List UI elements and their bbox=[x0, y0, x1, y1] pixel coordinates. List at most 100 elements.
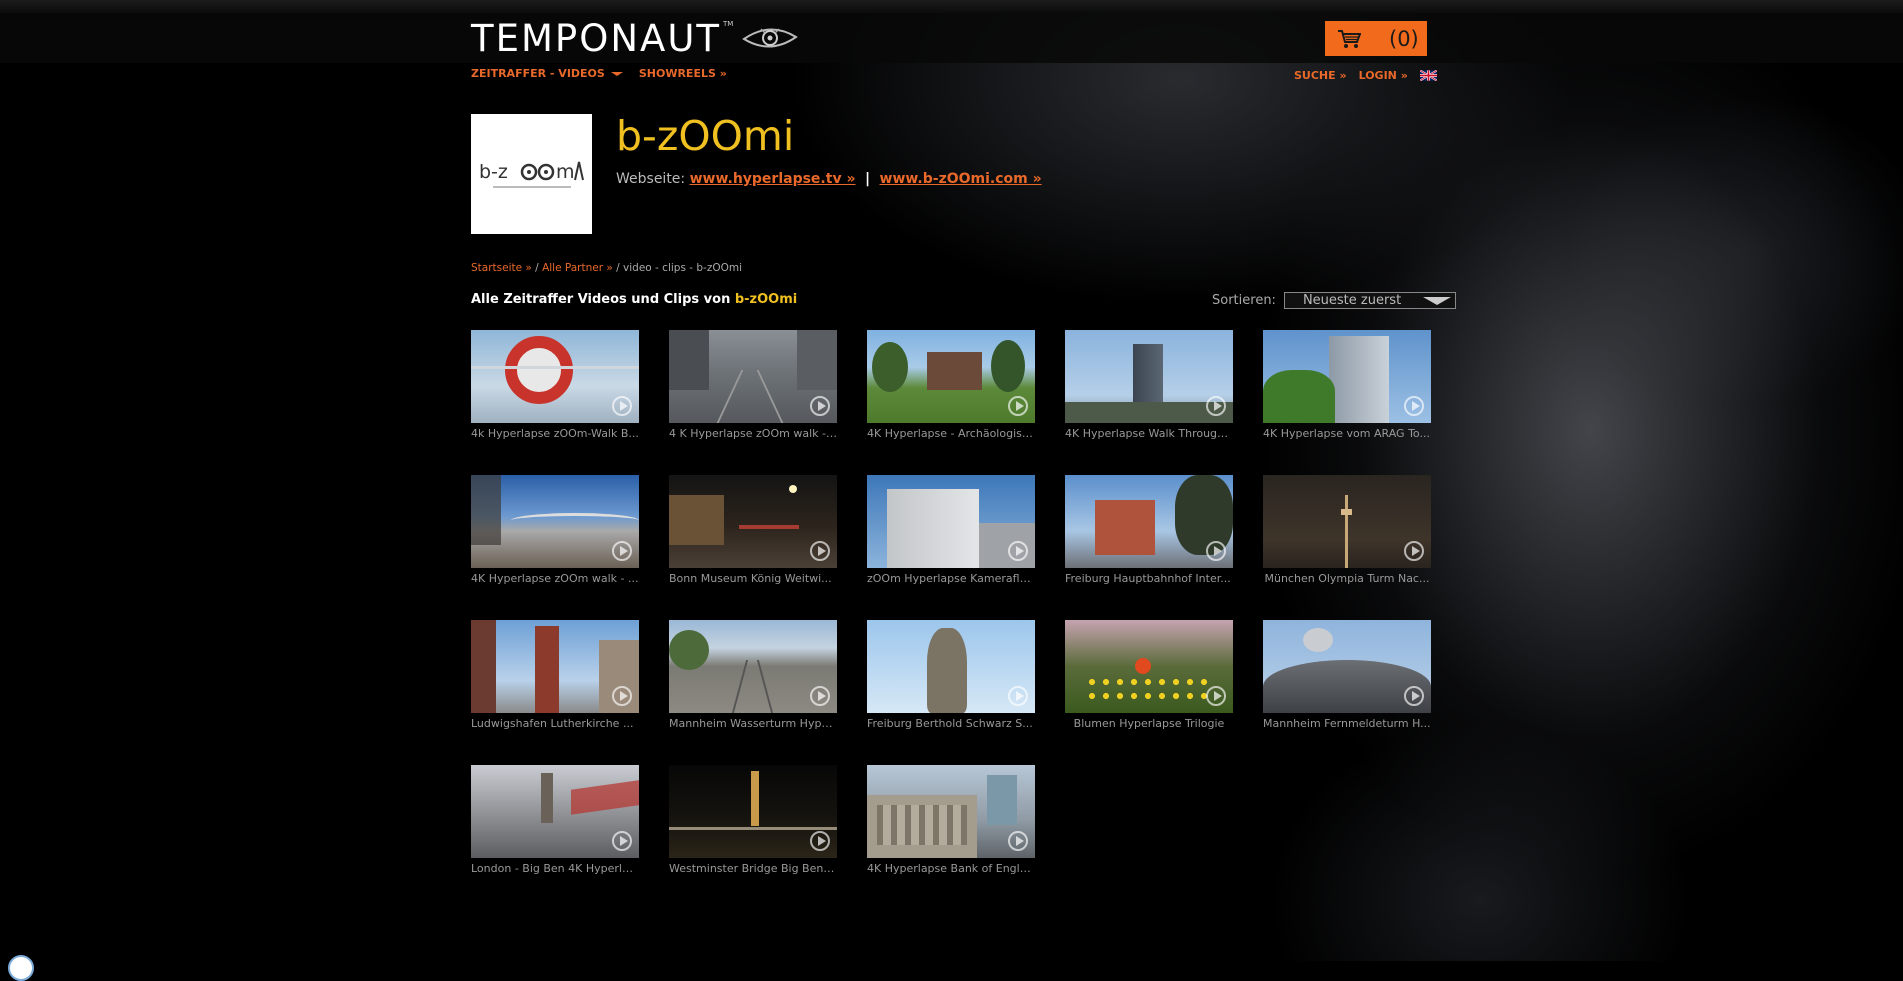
video-thumbnail[interactable] bbox=[471, 330, 639, 423]
nav-videos-menu[interactable]: ZEITRAFFER - VIDEOS bbox=[471, 67, 623, 80]
section-heading: Alle Zeitraffer Videos und Clips von b-z… bbox=[471, 292, 797, 307]
play-icon bbox=[1404, 541, 1424, 561]
svg-text:b-z: b-z bbox=[479, 161, 508, 183]
video-title[interactable]: Mannheim Fernmeldeturm H... bbox=[1263, 717, 1431, 730]
video-thumbnail[interactable] bbox=[867, 475, 1035, 568]
video-title[interactable]: Bonn Museum König Weitwi... bbox=[669, 572, 837, 585]
video-thumbnail[interactable] bbox=[867, 765, 1035, 858]
video-card[interactable]: London - Big Ben 4K Hyperla... bbox=[471, 765, 639, 875]
video-thumbnail[interactable] bbox=[471, 475, 639, 568]
breadcrumb-current: / video - clips - b-zOOmi bbox=[612, 262, 743, 274]
breadcrumb-partners[interactable]: Alle Partner » bbox=[542, 262, 613, 274]
video-card[interactable]: zOOm Hyperlapse Kameraflu... bbox=[867, 475, 1035, 585]
video-thumbnail[interactable] bbox=[1065, 330, 1233, 423]
cart-count: (0) bbox=[1389, 26, 1419, 51]
video-card[interactable]: Mannheim Fernmeldeturm H... bbox=[1263, 620, 1431, 730]
play-icon bbox=[612, 541, 632, 561]
bzoomi-link[interactable]: www.b-zOOmi.com » bbox=[880, 171, 1042, 187]
video-card[interactable]: München Olympia Turm Nac... bbox=[1263, 475, 1431, 585]
uk-flag-icon[interactable] bbox=[1419, 70, 1437, 81]
video-thumbnail[interactable] bbox=[669, 620, 837, 713]
video-thumbnail[interactable] bbox=[471, 620, 639, 713]
play-icon bbox=[1404, 686, 1424, 706]
breadcrumb-separator: / bbox=[531, 262, 543, 274]
video-title[interactable]: Freiburg Berthold Schwarz S... bbox=[867, 717, 1035, 730]
video-title[interactable]: Westminster Bridge Big Ben ... bbox=[669, 862, 837, 875]
video-title[interactable]: 4K Hyperlapse zOOm walk - ... bbox=[471, 572, 639, 585]
video-card[interactable]: Westminster Bridge Big Ben ... bbox=[669, 765, 837, 875]
sort-control: Sortieren: Neueste zuerst bbox=[1212, 292, 1456, 309]
video-thumbnail[interactable] bbox=[1065, 475, 1233, 568]
play-icon bbox=[1206, 686, 1226, 706]
cart-button[interactable]: (0) bbox=[1325, 21, 1427, 56]
video-title[interactable]: 4K Hyperlapse - Archäologisc... bbox=[867, 427, 1035, 440]
link-separator: | bbox=[864, 171, 871, 187]
play-icon bbox=[612, 396, 632, 416]
video-title[interactable]: 4 K Hyperlapse zOOm walk - ... bbox=[669, 427, 837, 440]
video-thumbnail[interactable] bbox=[1263, 620, 1431, 713]
hyperlapse-link[interactable]: www.hyperlapse.tv » bbox=[690, 171, 856, 187]
section-heading-name: b-zOOmi bbox=[734, 292, 798, 307]
video-card[interactable]: 4k Hyperlapse zOOm-Walk B... bbox=[471, 330, 639, 440]
video-thumbnail[interactable] bbox=[1263, 475, 1431, 568]
video-card[interactable]: Freiburg Hauptbahnhof Inter... bbox=[1065, 475, 1233, 585]
video-thumbnail[interactable] bbox=[867, 330, 1035, 423]
breadcrumb-home[interactable]: Startseite » bbox=[471, 262, 532, 274]
video-title[interactable]: München Olympia Turm Nac... bbox=[1263, 572, 1431, 585]
svg-text:m: m bbox=[556, 161, 575, 183]
shopping-cart-icon bbox=[1338, 29, 1361, 48]
video-thumbnail[interactable] bbox=[471, 765, 639, 858]
video-title[interactable]: 4K Hyperlapse Bank of Engla... bbox=[867, 862, 1035, 875]
video-title[interactable]: Mannheim Wasserturm Hype... bbox=[669, 717, 837, 730]
video-title[interactable]: 4K Hyperlapse Walk Through... bbox=[1065, 427, 1233, 440]
video-title[interactable]: zOOm Hyperlapse Kameraflu... bbox=[867, 572, 1035, 585]
section-heading-prefix: Alle Zeitraffer Videos und Clips von bbox=[471, 292, 735, 307]
play-icon bbox=[1206, 396, 1226, 416]
play-icon bbox=[612, 831, 632, 851]
login-link[interactable]: LOGIN » bbox=[1359, 69, 1408, 82]
video-card[interactable]: Blumen Hyperlapse Trilogie bbox=[1065, 620, 1233, 730]
search-link[interactable]: SUCHE » bbox=[1294, 69, 1347, 82]
logo-trademark: TM bbox=[723, 20, 734, 28]
video-card[interactable]: Freiburg Berthold Schwarz S... bbox=[867, 620, 1035, 730]
video-card[interactable]: 4K Hyperlapse Bank of Engla... bbox=[867, 765, 1035, 875]
nav-showreels-link[interactable]: SHOWREELS » bbox=[639, 67, 727, 80]
header-bar bbox=[0, 13, 1903, 63]
video-title[interactable]: London - Big Ben 4K Hyperla... bbox=[471, 862, 639, 875]
main-nav: ZEITRAFFER - VIDEOS SHOWREELS » bbox=[471, 67, 727, 80]
partner-logo-image: b-z m bbox=[479, 161, 584, 188]
play-icon bbox=[810, 541, 830, 561]
video-thumbnail[interactable] bbox=[669, 765, 837, 858]
video-thumbnail[interactable] bbox=[1263, 330, 1431, 423]
video-title[interactable]: Freiburg Hauptbahnhof Inter... bbox=[1065, 572, 1233, 585]
play-icon bbox=[1008, 831, 1028, 851]
video-title[interactable]: 4K Hyperlapse vom ARAG To... bbox=[1263, 427, 1431, 440]
video-card[interactable]: 4K Hyperlapse Walk Through... bbox=[1065, 330, 1233, 440]
video-card[interactable]: 4K Hyperlapse vom ARAG To... bbox=[1263, 330, 1431, 440]
video-title[interactable]: Blumen Hyperlapse Trilogie bbox=[1065, 717, 1233, 730]
play-icon bbox=[810, 686, 830, 706]
corner-widget[interactable] bbox=[8, 955, 34, 981]
logo-text: TEMPONAUT bbox=[471, 16, 722, 60]
partner-title: b-zOOmi bbox=[616, 112, 795, 160]
video-thumbnail[interactable] bbox=[867, 620, 1035, 713]
video-card[interactable]: 4 K Hyperlapse zOOm walk - ... bbox=[669, 330, 837, 440]
partner-logo: b-z m bbox=[471, 114, 592, 234]
play-icon bbox=[1008, 541, 1028, 561]
video-card[interactable]: Ludwigshafen Lutherkirche ... bbox=[471, 620, 639, 730]
video-title[interactable]: 4k Hyperlapse zOOm-Walk B... bbox=[471, 427, 639, 440]
play-icon bbox=[1008, 686, 1028, 706]
video-card[interactable]: 4K Hyperlapse - Archäologisc... bbox=[867, 330, 1035, 440]
sort-select[interactable]: Neueste zuerst bbox=[1283, 292, 1456, 309]
video-thumbnail[interactable] bbox=[669, 475, 837, 568]
video-card[interactable]: Mannheim Wasserturm Hype... bbox=[669, 620, 837, 730]
video-thumbnail[interactable] bbox=[1065, 620, 1233, 713]
video-card[interactable]: 4K Hyperlapse zOOm walk - ... bbox=[471, 475, 639, 585]
video-thumbnail[interactable] bbox=[669, 330, 837, 423]
user-nav: SUCHE » LOGIN » bbox=[1294, 69, 1437, 82]
site-logo[interactable]: TEMPONAUT TM bbox=[471, 16, 799, 60]
dropdown-arrow-icon bbox=[1422, 296, 1451, 305]
video-title[interactable]: Ludwigshafen Lutherkirche ... bbox=[471, 717, 639, 730]
partner-website: Webseite: www.hyperlapse.tv » | www.b-zO… bbox=[616, 171, 1042, 187]
video-card[interactable]: Bonn Museum König Weitwi... bbox=[669, 475, 837, 585]
